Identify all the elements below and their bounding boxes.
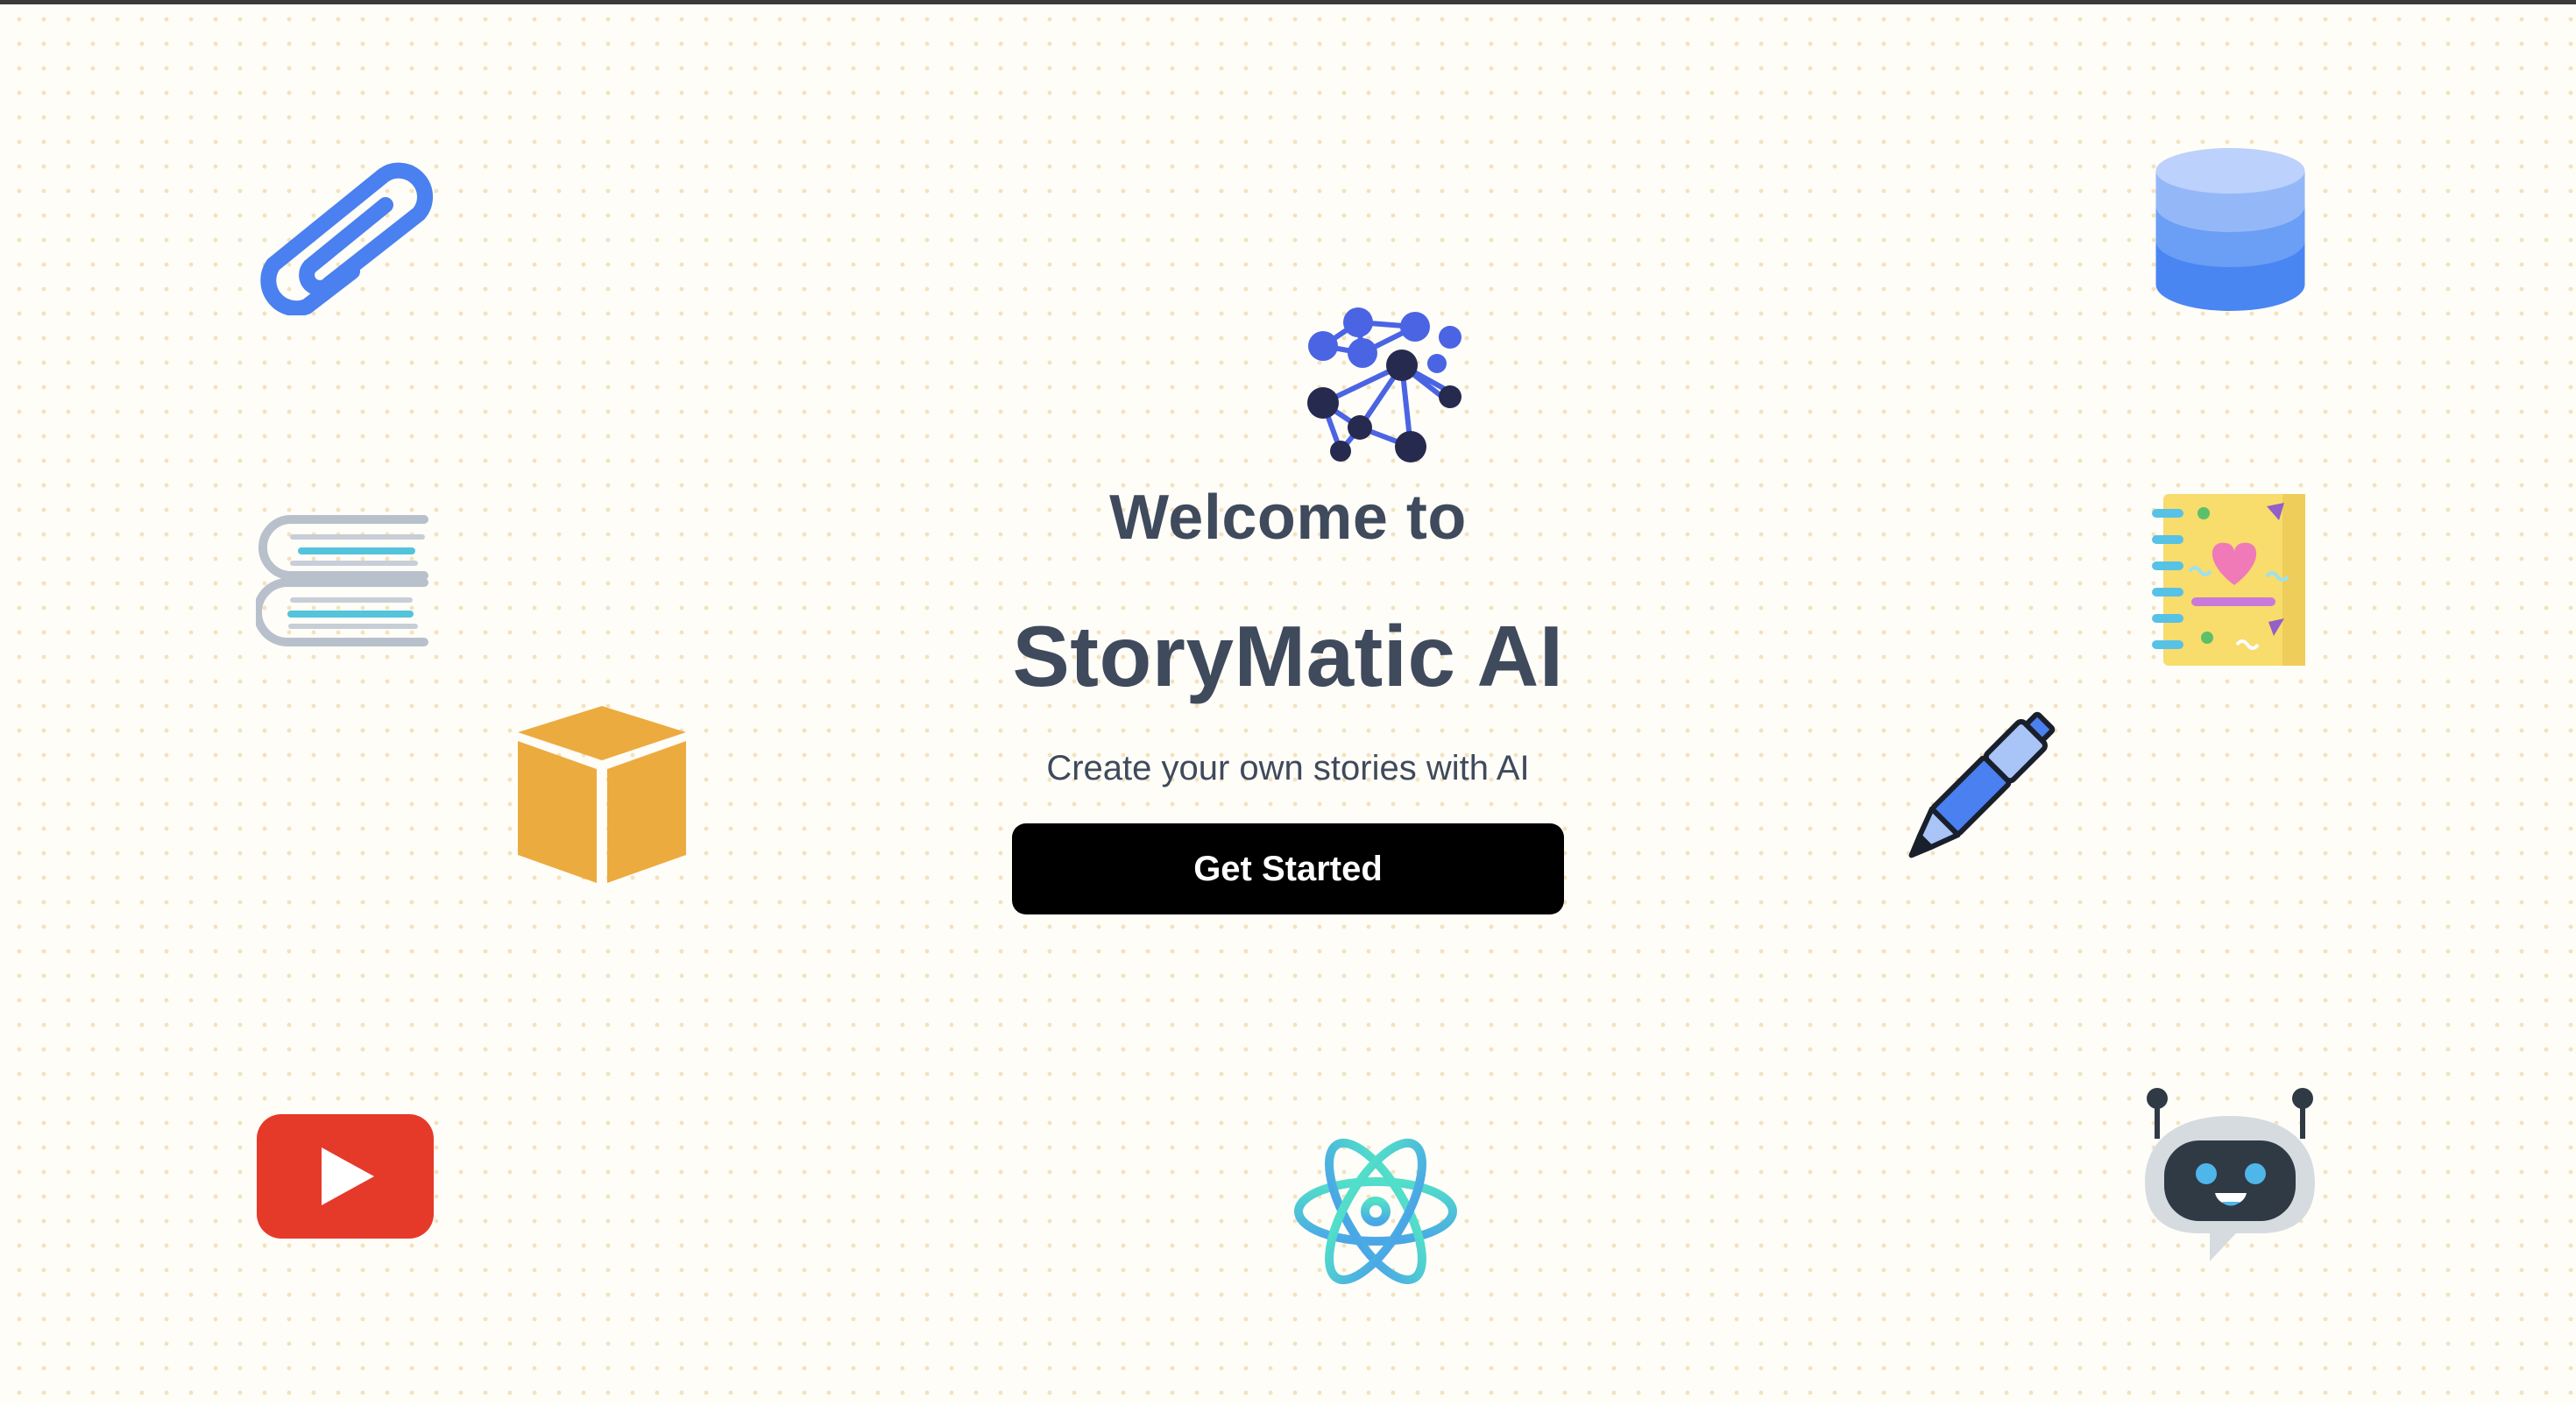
books-icon [256, 512, 431, 648]
brand-title: StoryMatic AI [1012, 608, 1564, 704]
atom-icon [1292, 1119, 1459, 1303]
neural-network-icon [1275, 272, 1476, 473]
robot-icon [2138, 1086, 2322, 1261]
pen-icon [1882, 701, 2066, 885]
youtube-icon[interactable] [257, 1114, 434, 1239]
box-icon [513, 701, 692, 889]
database-icon [2154, 145, 2307, 320]
notebook-icon [2151, 491, 2309, 670]
paperclip-icon [254, 149, 438, 315]
get-started-button[interactable]: Get Started [1012, 823, 1564, 914]
window-top-bar [0, 0, 2576, 4]
tagline: Create your own stories with AI [1046, 749, 1530, 787]
welcome-heading: Welcome to [1109, 483, 1467, 553]
